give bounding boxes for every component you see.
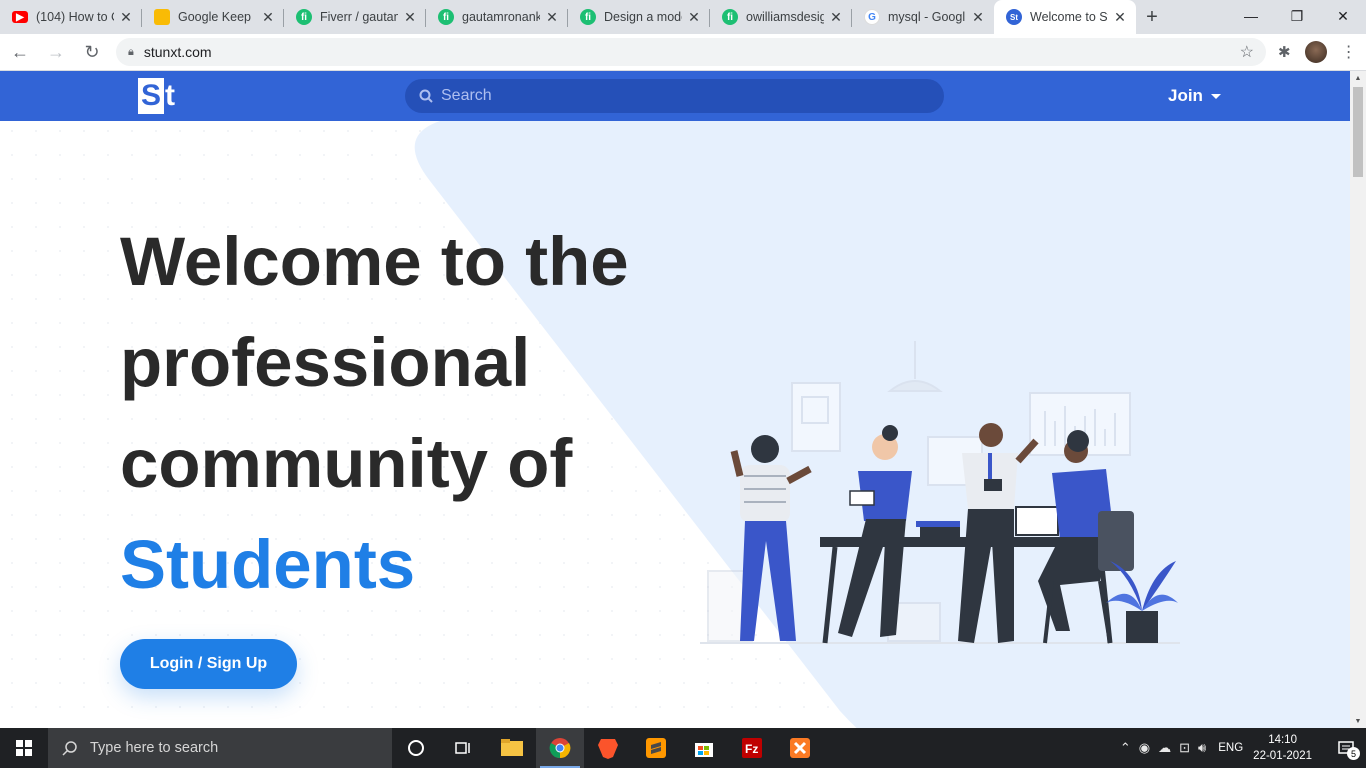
- clock-time: 14:10: [1268, 734, 1297, 746]
- avatar[interactable]: [1304, 41, 1327, 63]
- team-illustration: [700, 341, 1180, 644]
- browser-tab[interactable]: fi Fiverr / gautam ✕: [284, 0, 426, 34]
- browser-tab-strip: ▶ (104) How to C ✕ Google Keep ✕ fi Five…: [0, 0, 1366, 34]
- new-tab-button[interactable]: +: [1136, 0, 1168, 34]
- more-menu-icon[interactable]: ⋮: [1341, 42, 1357, 62]
- app-tray-icon[interactable]: ◉: [1139, 740, 1150, 756]
- hero-line: professional: [120, 324, 531, 401]
- close-icon[interactable]: ✕: [828, 9, 844, 25]
- tab-title: Welcome to St: [1030, 10, 1108, 24]
- fiverr-icon: fi: [296, 9, 312, 25]
- browser-tab[interactable]: fi Design a mode ✕: [568, 0, 710, 34]
- system-tray: ⌃ ◉ ☁ ⊡ 🔊︎ ENG 14:10 22-01-2021 5: [1116, 728, 1366, 768]
- login-signup-button[interactable]: Login / Sign Up: [120, 639, 297, 689]
- close-icon[interactable]: ✕: [686, 9, 702, 25]
- join-dropdown[interactable]: Join: [1168, 86, 1221, 106]
- page-scrollbar[interactable]: ▲ ▼: [1350, 71, 1366, 728]
- stunxt-icon: St: [1006, 9, 1022, 25]
- tab-title: (104) How to C: [36, 10, 114, 24]
- lock-icon[interactable]: 🔒︎: [128, 46, 134, 59]
- task-view-icon[interactable]: [440, 728, 488, 768]
- network-icon[interactable]: ⊡: [1179, 740, 1190, 756]
- search-icon: [419, 89, 433, 103]
- microsoft-store-icon[interactable]: [680, 728, 728, 768]
- tab-title: gautamronank: [462, 10, 540, 24]
- window-controls: — ❐ ✕: [1228, 0, 1366, 32]
- cloud-icon[interactable]: ☁: [1158, 740, 1171, 756]
- xampp-icon[interactable]: [776, 728, 824, 768]
- logo-letter-s: S: [138, 78, 164, 114]
- system-clock[interactable]: 14:10 22-01-2021: [1253, 732, 1312, 764]
- logo-letter-t: t: [165, 79, 175, 112]
- taskbar-search-placeholder: Type here to search: [90, 740, 219, 756]
- svg-text:Fz: Fz: [745, 742, 758, 756]
- address-bar[interactable]: 🔒︎ stunxt.com ☆: [116, 38, 1266, 66]
- cortana-icon[interactable]: [392, 728, 440, 768]
- tab-title: mysql - Googl: [888, 10, 966, 24]
- windows-taskbar: Type here to search Fz ⌃ ◉ ☁ ⊡ 🔊︎ ENG 14…: [0, 728, 1366, 768]
- youtube-icon: ▶: [12, 11, 28, 23]
- chrome-icon[interactable]: [536, 728, 584, 768]
- brave-icon[interactable]: [584, 728, 632, 768]
- scroll-up-icon[interactable]: ▲: [1350, 71, 1366, 85]
- taskbar-search-box[interactable]: Type here to search: [48, 728, 392, 768]
- forward-icon[interactable]: →: [40, 36, 72, 68]
- close-icon[interactable]: ✕: [970, 9, 986, 25]
- notification-center-icon[interactable]: 5: [1326, 728, 1366, 768]
- tab-title: owilliamsdesig: [746, 10, 824, 24]
- google-icon: G: [864, 9, 880, 25]
- search-input[interactable]: [441, 87, 921, 105]
- browser-tab[interactable]: G mysql - Googl ✕: [852, 0, 994, 34]
- windows-start-icon[interactable]: [0, 728, 48, 768]
- notification-badge: 5: [1347, 747, 1360, 760]
- close-window-icon[interactable]: ✕: [1320, 0, 1366, 32]
- input-language[interactable]: ENG: [1218, 742, 1243, 754]
- fiverr-icon: fi: [580, 9, 596, 25]
- scroll-down-icon[interactable]: ▼: [1350, 714, 1366, 728]
- extensions-icon[interactable]: ✱: [1278, 43, 1291, 61]
- tab-title: Design a mode: [604, 10, 682, 24]
- fiverr-icon: fi: [722, 9, 738, 25]
- keep-icon: [154, 9, 170, 25]
- file-explorer-icon[interactable]: [488, 728, 536, 768]
- close-icon[interactable]: ✕: [118, 9, 134, 25]
- bookmark-star-icon[interactable]: ☆: [1240, 42, 1254, 62]
- browser-tab[interactable]: fi gautamronank ✕: [426, 0, 568, 34]
- hero-line: Welcome to the: [120, 223, 629, 300]
- back-icon[interactable]: ←: [4, 36, 36, 68]
- site-navbar: S t Join: [0, 71, 1350, 121]
- clock-date: 22-01-2021: [1253, 750, 1312, 762]
- join-label: Join: [1168, 86, 1203, 105]
- search-icon: [62, 741, 77, 756]
- site-search-bar[interactable]: [405, 79, 944, 113]
- browser-tab[interactable]: fi owilliamsdesig ✕: [710, 0, 852, 34]
- minimize-icon[interactable]: —: [1228, 0, 1274, 32]
- fiverr-icon: fi: [438, 9, 454, 25]
- browser-tab[interactable]: ▶ (104) How to C ✕: [0, 0, 142, 34]
- web-page: S t Join Welcome to the professional com…: [0, 71, 1350, 728]
- hero-accent-word: Students: [120, 526, 416, 603]
- close-icon[interactable]: ✕: [1112, 9, 1128, 25]
- caret-down-icon: [1210, 93, 1221, 99]
- browser-toolbar: ← → ↻ 🔒︎ stunxt.com ☆ ✱ ⋮: [0, 34, 1366, 71]
- site-logo[interactable]: S t: [138, 78, 184, 114]
- filezilla-icon[interactable]: Fz: [728, 728, 776, 768]
- url-text: stunxt.com: [143, 44, 212, 60]
- chevron-up-icon[interactable]: ⌃: [1120, 740, 1131, 756]
- close-icon[interactable]: ✕: [260, 9, 276, 25]
- tab-title: Google Keep: [178, 10, 251, 24]
- close-icon[interactable]: ✕: [544, 9, 560, 25]
- sublime-text-icon[interactable]: [632, 728, 680, 768]
- reload-icon[interactable]: ↻: [76, 36, 108, 68]
- scroll-thumb[interactable]: [1353, 87, 1363, 177]
- browser-tab-active[interactable]: St Welcome to St ✕: [994, 0, 1136, 34]
- browser-tab[interactable]: Google Keep ✕: [142, 0, 284, 34]
- volume-icon[interactable]: 🔊︎: [1198, 740, 1206, 756]
- hero-line: community of: [120, 425, 573, 502]
- close-icon[interactable]: ✕: [402, 9, 418, 25]
- hero-heading: Welcome to the professional community of…: [120, 211, 629, 615]
- restore-icon[interactable]: ❐: [1274, 0, 1320, 32]
- tab-title: Fiverr / gautam: [320, 10, 398, 24]
